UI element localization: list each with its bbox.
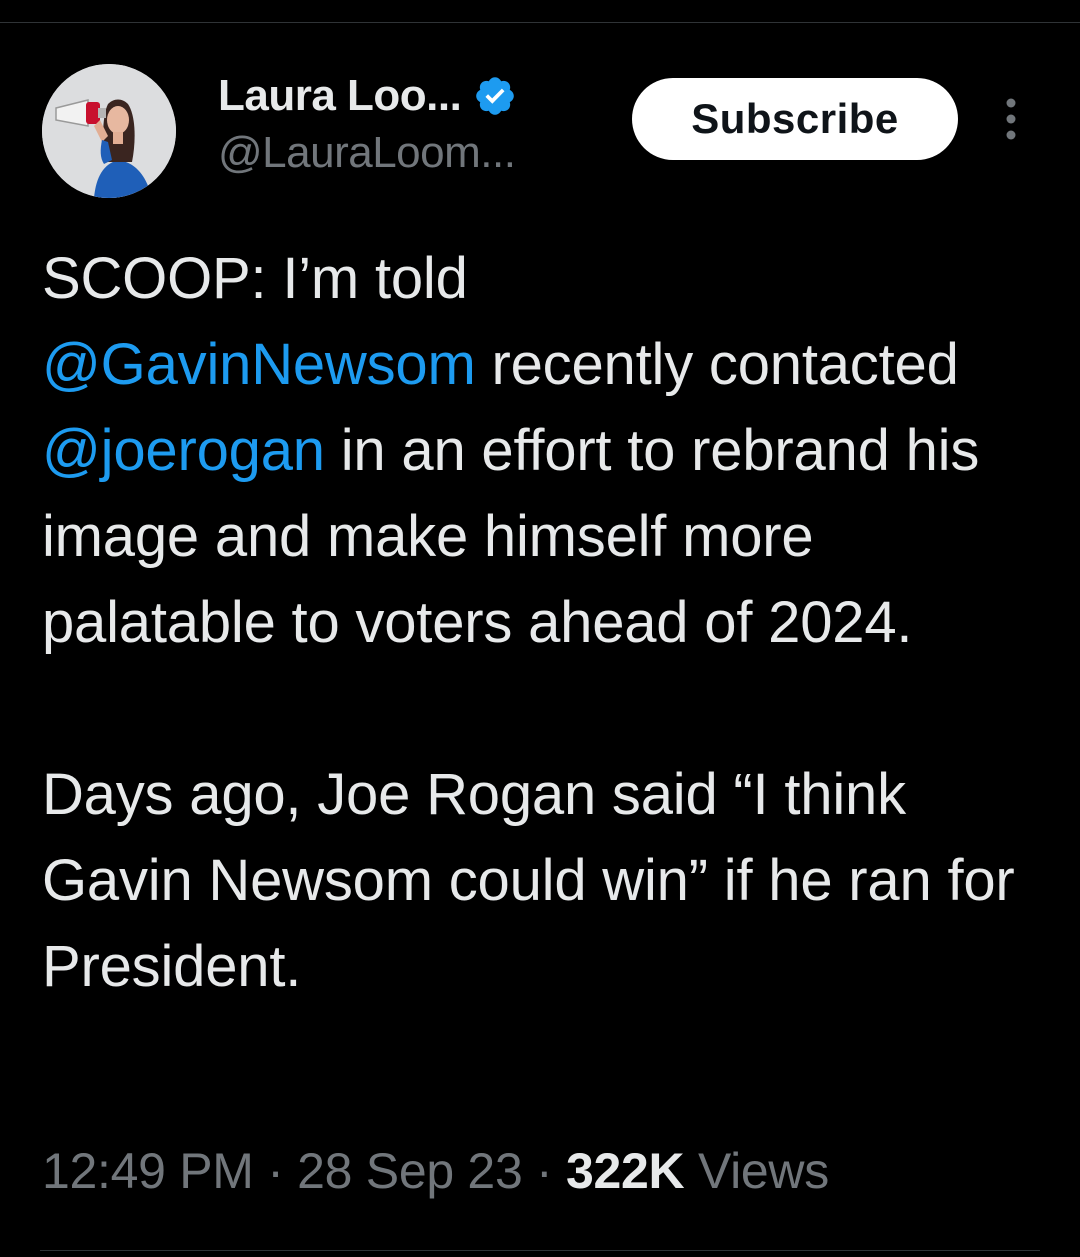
tweet-time[interactable]: 12:49 PM <box>42 1143 254 1199</box>
bottom-divider <box>40 1250 1040 1251</box>
tweet-date[interactable]: 28 Sep 23 <box>297 1143 523 1199</box>
author-display-name[interactable]: Laura Loo... <box>218 71 462 121</box>
tweet-meta: 12:49 PM · 28 Sep 23 · 322K Views <box>42 1142 829 1200</box>
views-count: 322K <box>566 1143 685 1199</box>
author-handle[interactable]: @LauraLoom... <box>218 128 516 178</box>
tweet-view: Laura Loo... @LauraLoom... Subscribe SCO… <box>0 0 1080 1257</box>
subscribe-button[interactable]: Subscribe <box>632 78 958 160</box>
author-name-row[interactable]: Laura Loo... <box>218 68 517 124</box>
profile-photo-icon <box>42 64 176 198</box>
meta-separator: · <box>267 1143 284 1199</box>
tweet-paragraph-1: SCOOP: I’m told @GavinNewsom recently con… <box>42 236 1042 666</box>
tweet-text-segment: SCOOP: I’m told <box>42 246 468 311</box>
tweet-text-segment: recently contacted <box>475 332 959 397</box>
avatar[interactable] <box>42 64 176 198</box>
mention-gavinnewsom-link[interactable]: @GavinNewsom <box>42 332 476 397</box>
tweet-text: SCOOP: I’m told @GavinNewsom recently con… <box>42 236 1042 1010</box>
meta-separator: · <box>536 1143 553 1199</box>
mention-joerogan-link[interactable]: @joerogan <box>42 418 325 483</box>
tweet-paragraph-2: Days ago, Joe Rogan said “I think Gavin … <box>42 762 1015 999</box>
views-label: Views <box>697 1143 829 1199</box>
verified-badge-icon <box>476 77 515 115</box>
vertical-ellipsis-icon[interactable] <box>996 96 1026 142</box>
top-divider <box>0 22 1080 23</box>
